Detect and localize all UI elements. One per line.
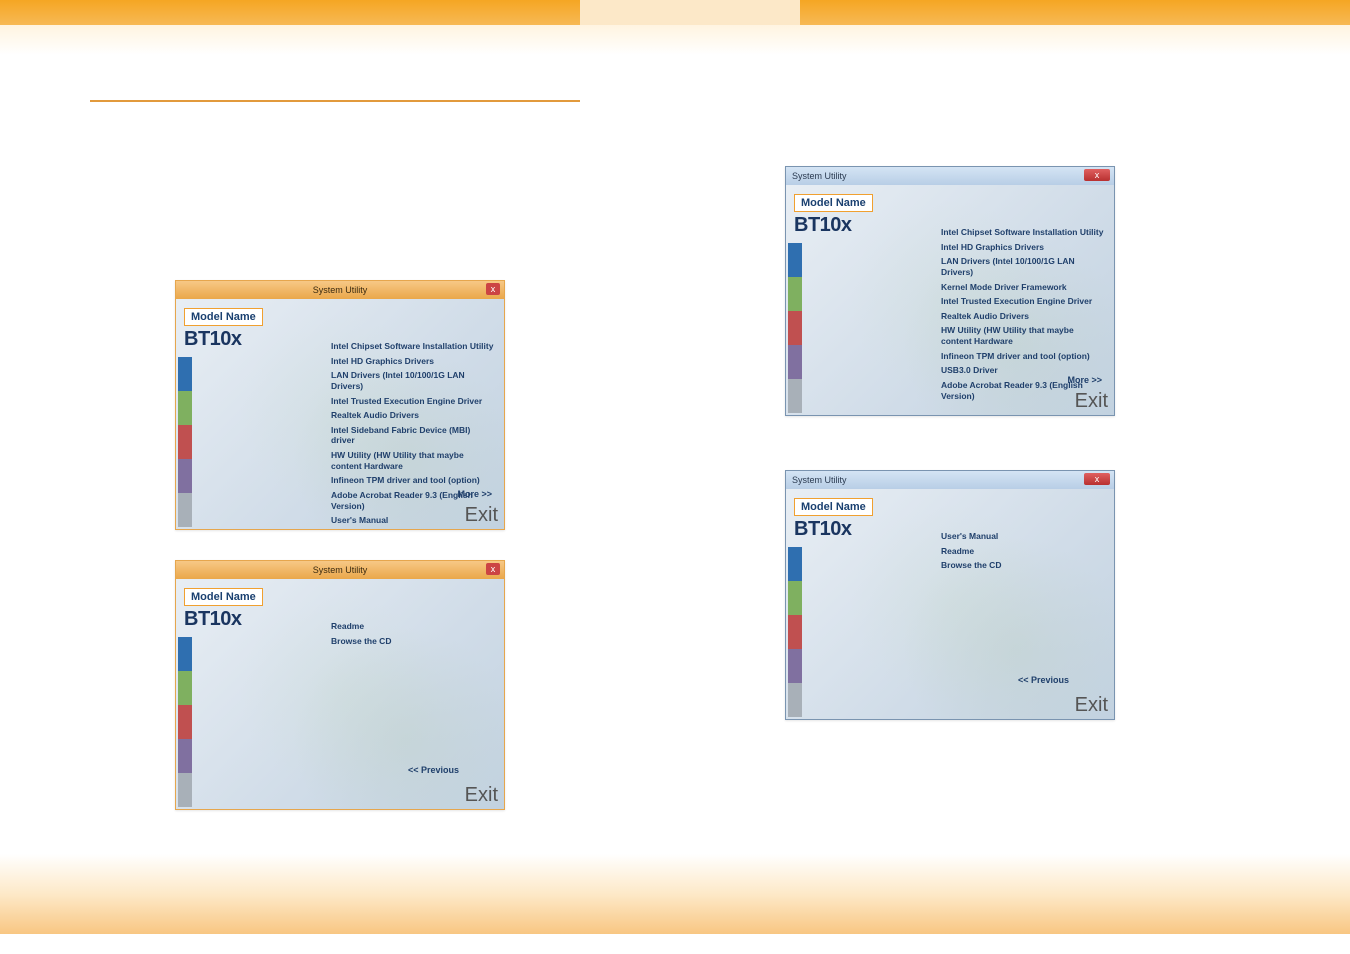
list-item[interactable]: Intel Chipset Software Installation Util… (941, 227, 1106, 238)
exit-button[interactable]: Exit (465, 784, 498, 807)
panel-title-text: System Utility (792, 171, 847, 181)
previous-button[interactable]: << Previous (408, 765, 459, 775)
model-value: BT10x (794, 518, 914, 541)
model-value: BT10x (184, 328, 304, 351)
panel-title-text: System Utility (792, 475, 847, 485)
list-item[interactable]: HW Utility (HW Utility that maybe conten… (331, 450, 496, 471)
driver-list: Intel Chipset Software Installation Util… (331, 341, 496, 530)
close-icon[interactable]: x (486, 283, 500, 295)
model-name-label: Model Name (794, 194, 873, 212)
list-item[interactable]: HW Utility (HW Utility that maybe conten… (941, 325, 1106, 346)
list-item[interactable]: Intel HD Graphics Drivers (331, 356, 496, 367)
list-item[interactable]: Realtek Audio Drivers (941, 311, 1106, 322)
list-item[interactable]: Readme (331, 621, 496, 632)
list-item[interactable]: User's Manual (941, 531, 1106, 542)
list-item[interactable]: Intel Trusted Execution Engine Driver (941, 296, 1106, 307)
section-underline (90, 100, 580, 102)
panel-titlebar: System Utility x (786, 167, 1114, 185)
color-stripes (788, 547, 802, 717)
previous-button[interactable]: << Previous (1018, 675, 1069, 685)
panel-title-text: System Utility (313, 565, 368, 575)
driver-list: Readme Browse the CD (331, 621, 496, 650)
list-item[interactable]: Realtek Audio Drivers (331, 410, 496, 421)
list-item[interactable]: Kernel Mode Driver Framework (941, 282, 1106, 293)
list-item[interactable]: Intel HD Graphics Drivers (941, 242, 1106, 253)
exit-button[interactable]: Exit (465, 504, 498, 527)
list-item[interactable]: Intel Sideband Fabric Device (MBI) drive… (331, 425, 496, 446)
top-gradient (0, 25, 1350, 55)
color-stripes (178, 637, 192, 807)
list-item[interactable]: Intel Chipset Software Installation Util… (331, 341, 496, 352)
list-item[interactable]: Readme (941, 546, 1106, 557)
exit-button[interactable]: Exit (1075, 390, 1108, 413)
exit-button[interactable]: Exit (1075, 694, 1108, 717)
close-icon[interactable]: x (486, 563, 500, 575)
panel-titlebar: System Utility x (176, 281, 504, 299)
more-button[interactable]: More >> (457, 489, 492, 499)
color-stripes (178, 357, 192, 527)
list-item[interactable]: Browse the CD (941, 560, 1106, 571)
model-value: BT10x (184, 608, 304, 631)
list-item[interactable]: Browse the CD (331, 636, 496, 647)
model-name-label: Model Name (184, 588, 263, 606)
list-item[interactable]: Intel Trusted Execution Engine Driver (331, 396, 496, 407)
panel-titlebar: System Utility x (786, 471, 1114, 489)
close-icon[interactable]: x (1084, 473, 1110, 485)
win8-screenshot-1: System Utility x Model Name BT10x Intel … (175, 280, 505, 530)
win8-screenshot-2: System Utility x Model Name BT10x Readme… (175, 560, 505, 810)
panel-titlebar: System Utility x (176, 561, 504, 579)
page-bottom-gradient (0, 854, 1350, 954)
list-item[interactable]: LAN Drivers (Intel 10/100/1G LAN Drivers… (941, 256, 1106, 277)
more-button[interactable]: More >> (1067, 375, 1102, 385)
list-item[interactable]: LAN Drivers (Intel 10/100/1G LAN Drivers… (331, 370, 496, 391)
win7-screenshot-2: System Utility x Model Name BT10x User's… (785, 470, 1115, 720)
model-name-label: Model Name (184, 308, 263, 326)
driver-list: User's Manual Readme Browse the CD (941, 531, 1106, 575)
win7-screenshot-1: System Utility x Model Name BT10x Intel … (785, 166, 1115, 416)
color-stripes (788, 243, 802, 413)
close-icon[interactable]: x (1084, 169, 1110, 181)
panel-title-text: System Utility (313, 285, 368, 295)
model-name-label: Model Name (794, 498, 873, 516)
list-item[interactable]: Infineon TPM driver and tool (option) (331, 475, 496, 486)
list-item[interactable]: Infineon TPM driver and tool (option) (941, 351, 1106, 362)
model-value: BT10x (794, 214, 914, 237)
